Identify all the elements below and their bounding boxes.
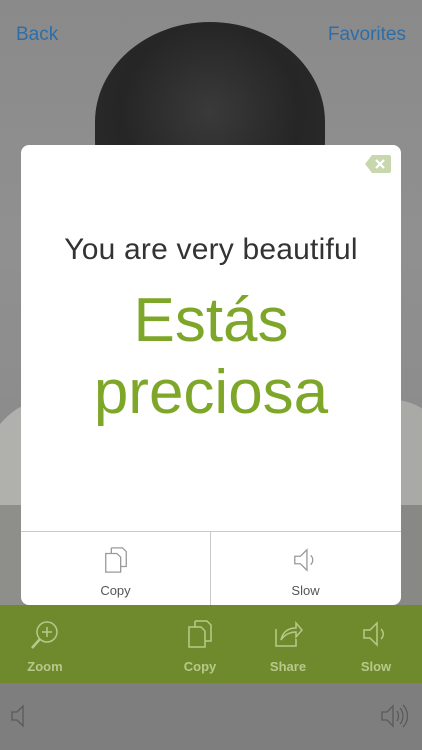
modal-slow-button[interactable]: Slow [211, 532, 400, 605]
share-label: Share [269, 659, 307, 674]
speaker-icon [363, 621, 384, 647]
toolbar-copy-button[interactable]: Copy [165, 605, 235, 683]
zoom-button[interactable]: Zoom [10, 605, 80, 683]
zoom-in-icon [31, 621, 58, 649]
modal-copy-button[interactable]: Copy [21, 532, 210, 605]
close-icon[interactable] [365, 154, 391, 174]
phrase-modal: You are very beautiful Estás preciosa Co… [21, 145, 401, 605]
audio-bar [0, 683, 422, 750]
zoom-label: Zoom [27, 659, 63, 674]
speaker-right-icon[interactable] [380, 703, 410, 729]
bottom-toolbar: Zoom Copy Share Slow [0, 605, 422, 683]
share-icon [275, 620, 303, 647]
speaker-left-icon[interactable] [10, 703, 34, 729]
speaker-icon [293, 548, 313, 572]
toolbar-copy-label: Copy [183, 659, 217, 674]
modal-copy-label: Copy [100, 583, 131, 598]
favorites-button[interactable]: Favorites [328, 24, 406, 46]
copy-icon [104, 547, 127, 573]
copy-icon [188, 620, 212, 648]
toolbar-slow-button[interactable]: Slow [341, 605, 411, 683]
modal-slow-label: Slow [291, 583, 320, 598]
back-button[interactable]: Back [16, 24, 58, 46]
english-phrase: You are very beautiful [64, 233, 358, 266]
spanish-translation: Estás preciosa [93, 286, 329, 427]
toolbar-slow-label: Slow [360, 659, 392, 674]
share-button[interactable]: Share [253, 605, 323, 683]
